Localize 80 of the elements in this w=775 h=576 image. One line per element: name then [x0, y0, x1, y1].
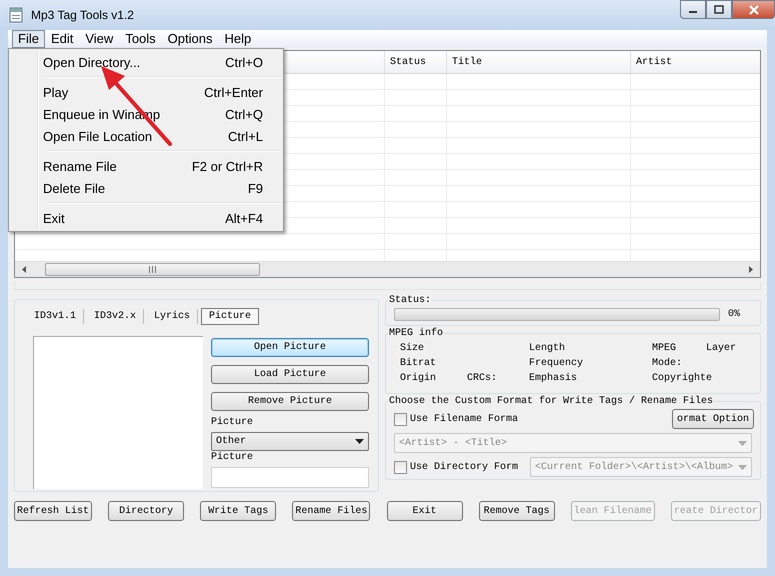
column-header[interactable]: Status — [385, 51, 447, 73]
action-button[interactable]: Write Tags — [200, 501, 276, 521]
menu-entry-label: Exit — [43, 210, 65, 226]
info-label: Bitrat — [400, 358, 437, 370]
info-label: CRCs: — [466, 373, 498, 385]
picture-type-dropdown[interactable]: Other — [211, 432, 369, 451]
tab[interactable]: Lyrics — [147, 308, 198, 324]
info-label: Length — [528, 343, 566, 355]
grip-icon — [149, 266, 156, 273]
dropdown-arrow-icon — [355, 439, 364, 444]
checkbox-label: Use Directory Form — [410, 462, 518, 472]
scroll-right-icon — [748, 266, 754, 273]
info-label: Layer — [706, 343, 737, 355]
picture-button[interactable]: Remove Picture — [211, 392, 369, 411]
window-title: Mp3 Tag Tools v1.2 — [31, 8, 134, 22]
menu-item[interactable]: View — [79, 30, 120, 48]
menu-item[interactable]: Edit — [44, 30, 80, 48]
checkbox-label: Use Filename Forma — [410, 414, 518, 424]
tab[interactable]: ID3v2.x — [87, 308, 144, 324]
menu-entry[interactable]: Rename File F2 or Ctrl+R — [11, 155, 281, 177]
info-label: Mode: — [652, 358, 683, 370]
shortcut-label: Ctrl+O — [225, 54, 263, 70]
info-label: MPEG — [652, 343, 677, 355]
maximize-icon — [714, 5, 724, 14]
close-button[interactable] — [732, 0, 775, 19]
shortcut-label: Ctrl+L — [228, 128, 263, 144]
input-field[interactable] — [211, 467, 369, 488]
action-button[interactable]: Exit — [386, 501, 463, 521]
maximize-button[interactable] — [706, 0, 732, 19]
info-label: Frequency — [528, 358, 584, 370]
shortcut-label: F9 — [248, 180, 263, 196]
minimize-button[interactable] — [680, 0, 706, 19]
info-label: Size — [400, 343, 425, 355]
menu-entry-label: Open Directory... — [43, 54, 140, 70]
app-icon — [8, 7, 24, 23]
menu-entry[interactable]: Open Directory... Ctrl+O — [11, 51, 281, 73]
picture-button[interactable]: Load Picture — [211, 365, 369, 384]
dropdown-arrow-icon — [738, 440, 747, 446]
menu-item[interactable]: Tools — [119, 30, 162, 48]
scroll-left-icon — [21, 266, 27, 273]
menu-item[interactable]: File — [12, 30, 45, 48]
group-title: Status: — [388, 295, 432, 306]
tab[interactable]: Picture — [201, 308, 260, 324]
info-label: Copyrighte — [652, 373, 713, 385]
menu-entry-label: Play — [43, 84, 68, 100]
horizontal-scrollbar[interactable] — [15, 261, 760, 277]
menu-entry-label: Rename File — [43, 158, 117, 174]
checkbox[interactable] — [394, 460, 407, 474]
menu-entry-label: Delete File — [43, 180, 106, 196]
field-label: Picture — [211, 452, 254, 464]
dropdown-arrow-icon — [738, 464, 747, 470]
info-label: Emphasis — [528, 373, 578, 385]
progress-reading: 0% — [728, 309, 740, 320]
menu-entry[interactable]: Delete File F9 — [11, 177, 281, 199]
tab[interactable]: ID3v1.1 — [27, 308, 84, 324]
action-button[interactable]: Rename Files — [292, 501, 370, 521]
menu-item[interactable]: Options — [162, 30, 218, 48]
shortcut-label: Ctrl+Enter — [204, 84, 263, 100]
group-title: Choose the Custom Format for Write Tags / Rename Files — [388, 396, 714, 407]
action-button[interactable]: Directory — [108, 501, 184, 521]
menu-entry[interactable]: Exit Alt+F4 — [11, 207, 281, 229]
picture-button[interactable]: Open Picture — [211, 338, 369, 357]
format-options-button[interactable]: ormat Option — [672, 409, 754, 429]
checkbox[interactable] — [394, 412, 407, 426]
field-label: Picture — [211, 417, 254, 429]
column-header[interactable]: Title — [447, 51, 631, 73]
info-label: Origin — [400, 373, 437, 385]
shortcut-label: Alt+F4 — [225, 210, 263, 226]
action-button[interactable]: Refresh List — [14, 501, 92, 521]
group-title: MPEG info — [388, 328, 444, 339]
shortcut-label: F2 or Ctrl+R — [192, 158, 263, 174]
menu-entry[interactable]: Play Ctrl+Enter — [11, 81, 281, 103]
shortcut-label: Ctrl+Q — [225, 106, 263, 122]
menu-entry[interactable]: Open File Location Ctrl+L — [11, 125, 281, 147]
close-icon — [748, 4, 760, 14]
action-button[interactable]: Remove Tags — [478, 501, 555, 521]
scrollbar-thumb[interactable] — [45, 263, 260, 276]
menu-item[interactable]: Help — [218, 30, 258, 48]
column-header[interactable]: Artist — [631, 51, 760, 73]
menu-entry-label: Open File Location — [43, 128, 152, 144]
